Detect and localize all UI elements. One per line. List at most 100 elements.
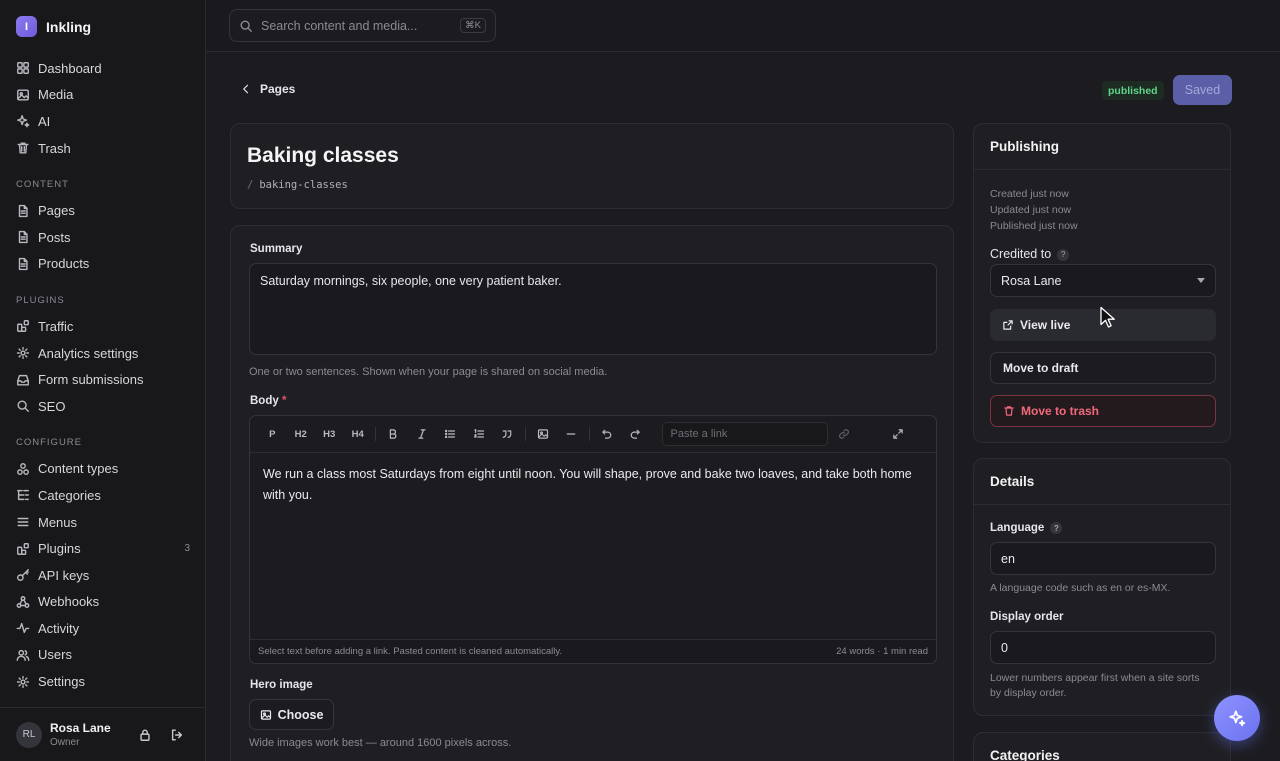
list-tree-icon — [16, 488, 30, 502]
save-button[interactable]: Saved — [1173, 75, 1232, 105]
sidebar-item-plugins[interactable]: Plugins 3 — [0, 535, 206, 562]
summary-field[interactable]: Saturday mornings, six people, one very … — [249, 263, 937, 355]
avatar[interactable]: RL — [16, 721, 42, 748]
insert-image-button[interactable] — [529, 422, 558, 446]
publish-meta: Created just now Updated just now Publis… — [990, 186, 1078, 234]
sidebar-item-label: Webhooks — [38, 594, 100, 610]
details-title: Details — [974, 459, 1230, 505]
brand[interactable]: I Inkling — [16, 16, 91, 37]
page-slug[interactable]: / baking-classes — [247, 179, 348, 191]
key-icon — [16, 568, 30, 582]
search-box[interactable]: ⌘K — [229, 9, 496, 42]
sidebar-item-trash[interactable]: Trash — [0, 135, 206, 162]
page-title[interactable]: Baking classes — [247, 144, 399, 168]
choose-image-button[interactable]: Choose — [249, 699, 334, 730]
summary-label: Summary — [250, 243, 303, 255]
mouse-cursor-icon — [1099, 306, 1117, 330]
sidebar-item-label: Analytics settings — [38, 345, 139, 361]
redo-icon — [629, 428, 641, 440]
back-label: Pages — [260, 82, 296, 96]
sparkle-icon — [16, 114, 30, 128]
italic-button[interactable] — [408, 422, 437, 446]
apply-link-button[interactable] — [830, 422, 859, 446]
link-input[interactable] — [661, 422, 828, 446]
trash-icon — [16, 141, 30, 155]
move-to-draft-button[interactable]: Move to draft — [990, 352, 1216, 384]
sidebar-item-label: API keys — [38, 567, 90, 583]
sidebar-item-traffic[interactable]: Traffic — [0, 313, 206, 340]
created-timestamp: Created just now — [990, 188, 1069, 200]
sidebar-item-settings[interactable]: Settings — [0, 668, 206, 695]
image-icon — [260, 709, 272, 721]
paragraph-button[interactable]: P — [258, 422, 287, 446]
editor-hint: Select text before adding a link. Pasted… — [258, 646, 563, 657]
sidebar-item-products[interactable]: Products — [0, 251, 206, 278]
toolbar-divider — [375, 427, 376, 441]
gear-icon — [16, 346, 30, 360]
display-order-field[interactable] — [990, 631, 1216, 664]
horizontal-rule-button[interactable] — [557, 422, 586, 446]
sidebar-item-menus[interactable]: Menus — [0, 509, 206, 536]
undo-button[interactable] — [593, 422, 622, 446]
plugins-count-badge: 3 — [184, 543, 190, 555]
bullet-list-button[interactable] — [436, 422, 465, 446]
sidebar-item-dashboard[interactable]: Dashboard — [0, 55, 206, 82]
heading-4-button[interactable]: H4 — [344, 422, 373, 446]
ai-assistant-button[interactable] — [1214, 695, 1260, 741]
heading-2-button[interactable]: H2 — [287, 422, 316, 446]
sidebar-item-analytics-settings[interactable]: Analytics settings — [0, 340, 206, 367]
sidebar-item-posts[interactable]: Posts — [0, 224, 206, 251]
quote-button[interactable] — [493, 422, 522, 446]
logout-button[interactable] — [164, 722, 190, 748]
sidebar-nav: Dashboard Media AI Trash CONTENT Pages P… — [0, 55, 206, 695]
top-bar: ⌘K — [206, 0, 1280, 52]
expand-editor-button[interactable] — [884, 422, 913, 446]
sidebar-item-label: Menus — [38, 514, 78, 530]
language-field[interactable] — [990, 542, 1216, 575]
sidebar-item-seo[interactable]: SEO — [0, 393, 206, 420]
bold-button[interactable] — [379, 422, 408, 446]
sidebar-item-form-submissions[interactable]: Form submissions — [0, 366, 206, 393]
gear-icon — [16, 675, 30, 689]
shapes-icon — [16, 462, 30, 476]
sidebar-item-label: Activity — [38, 620, 80, 636]
heading-3-button[interactable]: H3 — [315, 422, 344, 446]
move-to-trash-button[interactable]: Move to trash — [990, 395, 1216, 427]
editor-toolbar: P H2 H3 H4 — [250, 416, 936, 453]
sidebar-item-label: Products — [38, 256, 90, 272]
details-panel: Details Language? A language code such a… — [973, 458, 1231, 716]
lock-button[interactable] — [132, 722, 158, 748]
sidebar-item-media[interactable]: Media — [0, 82, 206, 109]
sparkle-icon — [1228, 709, 1246, 727]
back-to-pages-link[interactable]: Pages — [240, 82, 295, 96]
search-input[interactable] — [261, 18, 453, 33]
credited-to-text: Credited to — [990, 247, 1052, 261]
body-editor: P H2 H3 H4 We run a class most Saturdays… — [249, 415, 937, 664]
help-icon[interactable]: ? — [1057, 248, 1070, 261]
sidebar-item-activity[interactable]: Activity — [0, 615, 206, 642]
sidebar-item-label: Categories — [38, 487, 101, 503]
body-text[interactable]: We run a class most Saturdays from eight… — [263, 464, 913, 506]
sidebar-item-users[interactable]: Users — [0, 642, 206, 669]
sidebar-item-label: Traffic — [38, 318, 74, 334]
sidebar-item-api-keys[interactable]: API keys — [0, 562, 206, 589]
sidebar-item-content-types[interactable]: Content types — [0, 456, 206, 483]
sidebar-item-ai[interactable]: AI — [0, 108, 206, 135]
credited-to-select[interactable]: Rosa Lane — [990, 264, 1216, 297]
slug-separator: / — [247, 179, 254, 191]
help-icon[interactable]: ? — [1050, 522, 1063, 534]
redo-button[interactable] — [621, 422, 650, 446]
numbered-list-button[interactable] — [465, 422, 494, 446]
body-label: Body * — [250, 395, 286, 407]
sidebar-item-webhooks[interactable]: Webhooks — [0, 589, 206, 616]
menu-icon — [16, 515, 30, 529]
sidebar-item-categories[interactable]: Categories — [0, 482, 206, 509]
section-title-configure: CONFIGURE — [16, 437, 82, 449]
sidebar-item-pages[interactable]: Pages — [0, 197, 206, 224]
word-count: 24 words · 1 min read — [836, 646, 928, 657]
categories-title: Categories — [990, 748, 1060, 761]
trash-icon — [1003, 405, 1015, 417]
document-icon — [16, 257, 30, 271]
published-timestamp: Published just now — [990, 220, 1078, 232]
quote-icon — [501, 428, 513, 440]
